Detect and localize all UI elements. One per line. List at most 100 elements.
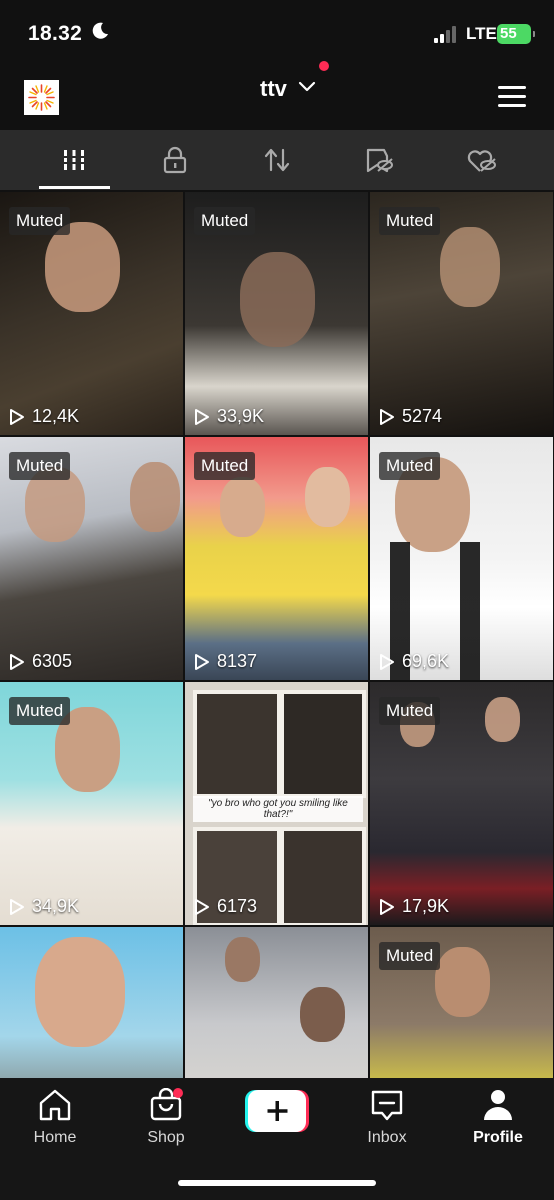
status-bar: 18.32 LTE 55 bbox=[0, 0, 554, 68]
photo-frame bbox=[193, 690, 281, 798]
thumbnail-face bbox=[130, 462, 180, 532]
muted-badge: Muted bbox=[9, 697, 71, 725]
view-count: 33,9K bbox=[194, 406, 264, 427]
view-count: 6173 bbox=[194, 896, 257, 917]
plus-icon bbox=[245, 1090, 309, 1132]
photo-frame bbox=[280, 827, 366, 925]
play-icon bbox=[195, 653, 209, 670]
thumbnail-face bbox=[440, 227, 500, 307]
account-switcher[interactable]: ttv bbox=[260, 76, 287, 102]
view-count: 6305 bbox=[9, 651, 72, 672]
muted-badge: Muted bbox=[9, 207, 71, 235]
thumbnail-face bbox=[305, 467, 350, 527]
view-count: 34,9K bbox=[9, 896, 79, 917]
network-type: LTE bbox=[466, 24, 497, 43]
moon-icon bbox=[92, 22, 108, 39]
menu-icon[interactable] bbox=[498, 86, 526, 108]
play-icon bbox=[195, 408, 209, 425]
view-count: 69,6K bbox=[379, 651, 449, 672]
video-thumbnail[interactable]: "yo bro who got you smiling like that?!"… bbox=[185, 682, 368, 925]
lock-icon bbox=[163, 146, 187, 174]
view-count-value: 12,4K bbox=[32, 406, 80, 426]
video-thumbnail[interactable]: Muted 17,9K bbox=[370, 682, 553, 925]
view-count-value: 5274 bbox=[402, 406, 443, 426]
play-icon bbox=[380, 653, 394, 670]
video-thumbnail[interactable]: Muted 34,9K bbox=[0, 682, 183, 925]
create-button[interactable] bbox=[245, 1090, 309, 1132]
thumbnail-face bbox=[240, 252, 315, 347]
nav-home[interactable]: Home bbox=[5, 1088, 105, 1147]
home-indicator bbox=[178, 1180, 376, 1186]
muted-badge: Muted bbox=[9, 452, 71, 480]
nav-profile[interactable]: Profile bbox=[448, 1088, 548, 1147]
tab-liked[interactable] bbox=[426, 130, 536, 190]
account-avatar[interactable] bbox=[24, 80, 59, 115]
thumbnail-face bbox=[45, 222, 120, 312]
tab-private[interactable] bbox=[120, 130, 230, 190]
video-thumbnail[interactable]: Muted 5274 bbox=[370, 192, 553, 435]
view-count-value: 6173 bbox=[217, 896, 258, 916]
video-thumbnail[interactable]: Muted 33,9K bbox=[185, 192, 368, 435]
thumbnail-face bbox=[300, 987, 345, 1042]
grid-icon bbox=[62, 150, 86, 170]
nav-inbox[interactable]: Inbox bbox=[337, 1088, 437, 1147]
tab-favorites[interactable] bbox=[324, 130, 434, 190]
home-icon bbox=[39, 1089, 71, 1121]
view-count: 8137 bbox=[194, 651, 257, 672]
video-thumbnail[interactable] bbox=[0, 927, 183, 1080]
profile-tabs bbox=[0, 130, 554, 190]
video-thumbnail[interactable]: Muted 8137 bbox=[185, 437, 368, 680]
video-grid: Muted 12,4K Muted 33,9K Muted 5274 Muted… bbox=[0, 190, 554, 1080]
video-caption: "yo bro who got you smiling like that?!" bbox=[193, 796, 363, 822]
sunburst-logo-icon bbox=[28, 84, 55, 111]
notification-dot bbox=[319, 61, 329, 71]
view-count: 12,4K bbox=[9, 406, 79, 427]
inbox-icon bbox=[371, 1090, 403, 1121]
video-thumbnail[interactable]: Muted bbox=[370, 927, 553, 1080]
account-name: ttv bbox=[260, 76, 287, 101]
nav-home-label: Home bbox=[33, 1129, 77, 1146]
battery-icon: 55 bbox=[497, 24, 535, 44]
view-count-value: 69,6K bbox=[402, 651, 450, 671]
muted-badge: Muted bbox=[194, 207, 256, 235]
heart-hidden-icon bbox=[467, 150, 496, 172]
chevron-down-icon[interactable] bbox=[298, 81, 316, 93]
thumbnail-face bbox=[435, 947, 490, 1017]
signal-icon bbox=[434, 25, 460, 43]
profile-icon bbox=[484, 1090, 512, 1120]
view-count-value: 17,9K bbox=[402, 896, 450, 916]
muted-badge: Muted bbox=[379, 942, 441, 970]
repost-icon bbox=[264, 148, 290, 172]
play-icon bbox=[10, 898, 24, 915]
thumbnail-face bbox=[35, 937, 125, 1047]
view-count: 5274 bbox=[379, 406, 442, 427]
play-icon bbox=[10, 408, 24, 425]
battery-level: 55 bbox=[500, 25, 517, 42]
tab-videos[interactable] bbox=[19, 130, 129, 190]
video-thumbnail[interactable]: Muted 12,4K bbox=[0, 192, 183, 435]
video-thumbnail[interactable]: Muted 6305 bbox=[0, 437, 183, 680]
thumbnail-face bbox=[220, 477, 265, 537]
play-icon bbox=[380, 408, 394, 425]
shop-notification-dot bbox=[173, 1088, 183, 1098]
nav-profile-label: Profile bbox=[473, 1129, 523, 1146]
bookmark-hidden-icon bbox=[366, 148, 393, 173]
active-tab-indicator bbox=[39, 186, 110, 189]
nav-shop-label: Shop bbox=[147, 1129, 185, 1146]
play-icon bbox=[380, 898, 394, 915]
profile-header: ttv bbox=[0, 61, 554, 130]
play-icon bbox=[10, 653, 24, 670]
video-thumbnail[interactable]: Muted 69,6K bbox=[370, 437, 553, 680]
thumbnail-face bbox=[485, 697, 520, 742]
view-count-value: 6305 bbox=[32, 651, 73, 671]
photo-frame bbox=[280, 690, 366, 798]
muted-badge: Muted bbox=[379, 207, 441, 235]
tab-reposts[interactable] bbox=[222, 130, 332, 190]
status-time: 18.32 bbox=[28, 22, 83, 45]
view-count: 17,9K bbox=[379, 896, 449, 917]
view-count-value: 8137 bbox=[217, 651, 258, 671]
play-icon bbox=[195, 898, 209, 915]
nav-shop[interactable]: Shop bbox=[116, 1087, 216, 1147]
muted-badge: Muted bbox=[194, 452, 256, 480]
video-thumbnail[interactable] bbox=[185, 927, 368, 1080]
